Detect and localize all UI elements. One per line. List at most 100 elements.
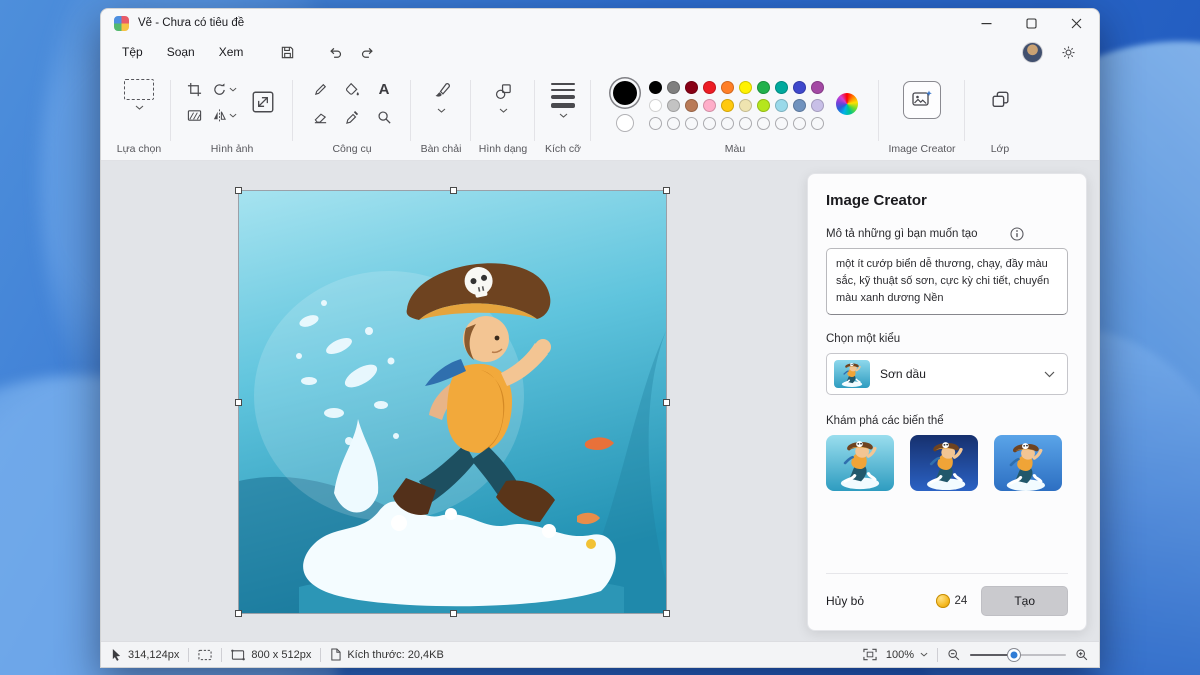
- color-swatch[interactable]: [775, 99, 788, 112]
- fit-to-screen-button[interactable]: [863, 648, 877, 661]
- group-label-image-creator: Image Creator: [888, 143, 955, 157]
- create-button[interactable]: Tạo: [981, 586, 1068, 616]
- empty-color-swatch[interactable]: [739, 117, 752, 130]
- ribbon-group-image: Hình ảnh: [171, 67, 293, 160]
- brush-button[interactable]: [428, 79, 454, 103]
- menu-view[interactable]: Xem: [208, 41, 255, 63]
- text-tool-button[interactable]: A: [371, 77, 397, 101]
- zoom-level-dropdown[interactable]: 100%: [886, 649, 928, 661]
- canvas-area[interactable]: Image Creator Mô tả những gì bạn muốn tạ…: [101, 161, 1099, 641]
- empty-color-swatch[interactable]: [811, 117, 824, 130]
- selection-handle[interactable]: [235, 187, 242, 194]
- empty-color-swatch[interactable]: [757, 117, 770, 130]
- empty-color-swatch[interactable]: [793, 117, 806, 130]
- color-swatch[interactable]: [775, 81, 788, 94]
- maximize-icon: [1026, 18, 1037, 29]
- color-swatch[interactable]: [811, 99, 824, 112]
- group-label-brushes: Bàn chải: [421, 143, 462, 157]
- selection-tool-icon[interactable]: [124, 79, 154, 100]
- settings-button[interactable]: [1053, 39, 1083, 65]
- menu-file[interactable]: Tệp: [111, 41, 154, 63]
- chevron-down-icon: [920, 652, 928, 657]
- selection-handle[interactable]: [235, 399, 242, 406]
- selection-handle[interactable]: [450, 187, 457, 194]
- pattern-button[interactable]: [182, 103, 208, 127]
- menu-edit[interactable]: Soạn: [156, 41, 206, 63]
- magnifier-button[interactable]: [371, 105, 397, 129]
- maximize-button[interactable]: [1009, 9, 1054, 37]
- zoom-in-button[interactable]: [1075, 648, 1089, 662]
- info-icon[interactable]: [1010, 227, 1024, 241]
- image-creator-button[interactable]: [903, 81, 941, 119]
- redo-button[interactable]: [352, 39, 382, 65]
- empty-color-swatch[interactable]: [703, 117, 716, 130]
- edit-colors-button[interactable]: [836, 93, 858, 115]
- flip-button[interactable]: [212, 108, 237, 123]
- color-swatch[interactable]: [757, 81, 770, 94]
- color-swatch[interactable]: [721, 81, 734, 94]
- background-color-swatch[interactable]: [616, 114, 634, 132]
- chevron-down-icon[interactable]: [437, 108, 446, 113]
- chevron-down-icon[interactable]: [135, 105, 144, 110]
- prompt-input[interactable]: một ít cướp biển dễ thương, chạy, đầy mà…: [826, 248, 1068, 315]
- pencil-icon: [313, 82, 328, 97]
- shapes-button[interactable]: [490, 79, 516, 103]
- color-swatch[interactable]: [667, 99, 680, 112]
- save-button[interactable]: [272, 39, 302, 65]
- color-swatch[interactable]: [739, 81, 752, 94]
- selection-handle[interactable]: [663, 610, 670, 617]
- color-swatch[interactable]: [649, 81, 662, 94]
- account-avatar[interactable]: [1022, 42, 1043, 63]
- file-size: Kích thước: 20,4KB: [347, 649, 444, 661]
- color-swatch[interactable]: [757, 99, 770, 112]
- pencil-button[interactable]: [307, 77, 333, 101]
- zoom-slider-thumb[interactable]: [1008, 649, 1020, 661]
- empty-color-swatch[interactable]: [649, 117, 662, 130]
- ribbon-group-tools: A Công cụ: [293, 67, 411, 160]
- empty-color-swatch[interactable]: [667, 117, 680, 130]
- foreground-color-swatch[interactable]: [613, 81, 637, 105]
- color-swatch[interactable]: [703, 99, 716, 112]
- rotate-button[interactable]: [212, 82, 237, 97]
- color-picker-button[interactable]: [339, 105, 365, 129]
- minimize-button[interactable]: [964, 9, 1009, 37]
- group-label-colors: Màu: [725, 143, 745, 157]
- color-swatch[interactable]: [739, 99, 752, 112]
- selection-handle[interactable]: [663, 399, 670, 406]
- selection-handle[interactable]: [235, 610, 242, 617]
- crop-button[interactable]: [182, 77, 208, 101]
- color-swatch[interactable]: [667, 81, 680, 94]
- empty-color-swatch[interactable]: [721, 117, 734, 130]
- color-swatch[interactable]: [685, 99, 698, 112]
- color-swatch[interactable]: [649, 99, 662, 112]
- color-swatch[interactable]: [811, 81, 824, 94]
- selection-handle[interactable]: [450, 610, 457, 617]
- layers-button[interactable]: [983, 83, 1017, 115]
- color-swatch[interactable]: [793, 99, 806, 112]
- undo-button[interactable]: [320, 39, 350, 65]
- chevron-down-icon[interactable]: [559, 113, 568, 118]
- empty-color-swatch[interactable]: [685, 117, 698, 130]
- cancel-button[interactable]: Hủy bỏ: [826, 594, 864, 608]
- style-dropdown[interactable]: Sơn dầu: [826, 353, 1068, 395]
- color-swatch[interactable]: [793, 81, 806, 94]
- paint-window: Vẽ - Chưa có tiêu đề Tệp Soạn Xem: [100, 8, 1100, 668]
- resize-button[interactable]: [243, 80, 283, 124]
- zoom-out-button[interactable]: [947, 648, 961, 662]
- selection-handle[interactable]: [663, 187, 670, 194]
- color-swatch[interactable]: [685, 81, 698, 94]
- title-bar[interactable]: Vẽ - Chưa có tiêu đề: [101, 9, 1099, 37]
- empty-color-swatch[interactable]: [775, 117, 788, 130]
- variant-thumbnail-3[interactable]: [994, 435, 1062, 491]
- chevron-down-icon[interactable]: [499, 108, 508, 113]
- color-swatch[interactable]: [703, 81, 716, 94]
- fill-button[interactable]: [339, 77, 365, 101]
- color-swatch[interactable]: [721, 99, 734, 112]
- line-size-icon[interactable]: [551, 83, 575, 108]
- variant-thumbnail-1[interactable]: [826, 435, 894, 491]
- zoom-slider[interactable]: [970, 648, 1066, 662]
- eraser-button[interactable]: [307, 105, 333, 129]
- close-button[interactable]: [1054, 9, 1099, 37]
- variant-thumbnail-2[interactable]: [910, 435, 978, 491]
- canvas-image-selection[interactable]: [239, 191, 666, 613]
